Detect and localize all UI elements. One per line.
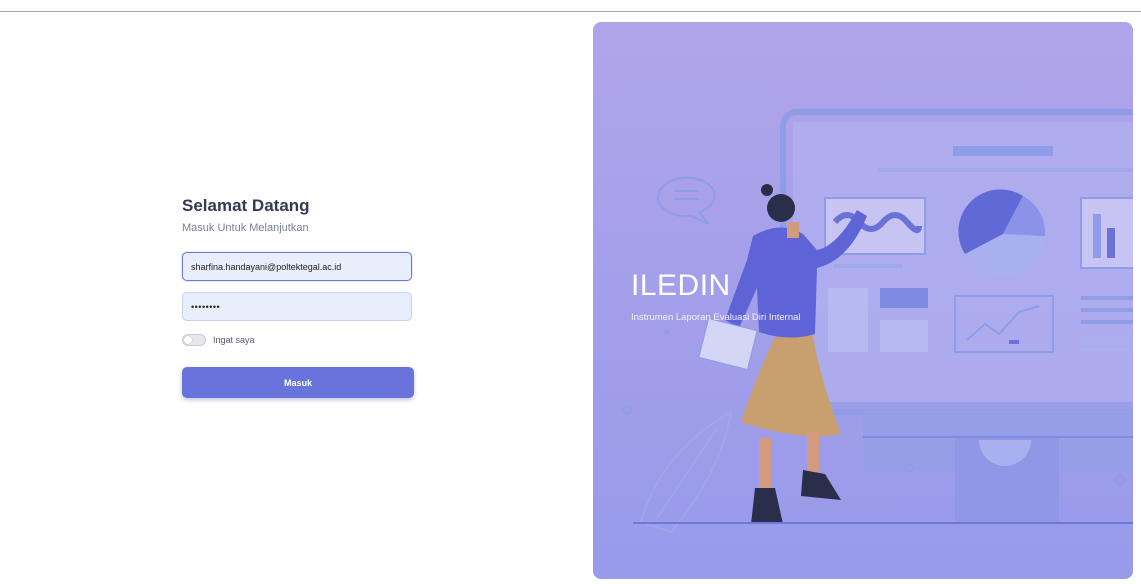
remember-me: Ingat saya: [182, 334, 255, 346]
page-title: Selamat Datang: [182, 196, 310, 215]
remember-toggle[interactable]: [182, 334, 206, 346]
password-value: ••••••••: [191, 301, 221, 312]
hero-panel: ILEDIN Instrumen Laporan Evaluasi Diri I…: [593, 22, 1133, 579]
page-subtitle: Masuk Untuk Melanjutkan: [182, 222, 309, 234]
brand-tagline: Instrumen Laporan Evaluasi Diri Internal: [631, 312, 801, 323]
password-field[interactable]: ••••••••: [182, 292, 412, 321]
remember-label: Ingat saya: [213, 335, 255, 345]
brand-name: ILEDIN: [631, 269, 731, 302]
email-value: sharfina.handayani@poltektegal.ac.id: [191, 261, 342, 272]
top-divider: [0, 11, 1141, 12]
login-panel: Selamat Datang Masuk Untuk Melanjutkan s…: [182, 196, 414, 398]
email-field[interactable]: sharfina.handayani@poltektegal.ac.id: [182, 252, 412, 281]
login-button[interactable]: Masuk: [182, 367, 414, 398]
